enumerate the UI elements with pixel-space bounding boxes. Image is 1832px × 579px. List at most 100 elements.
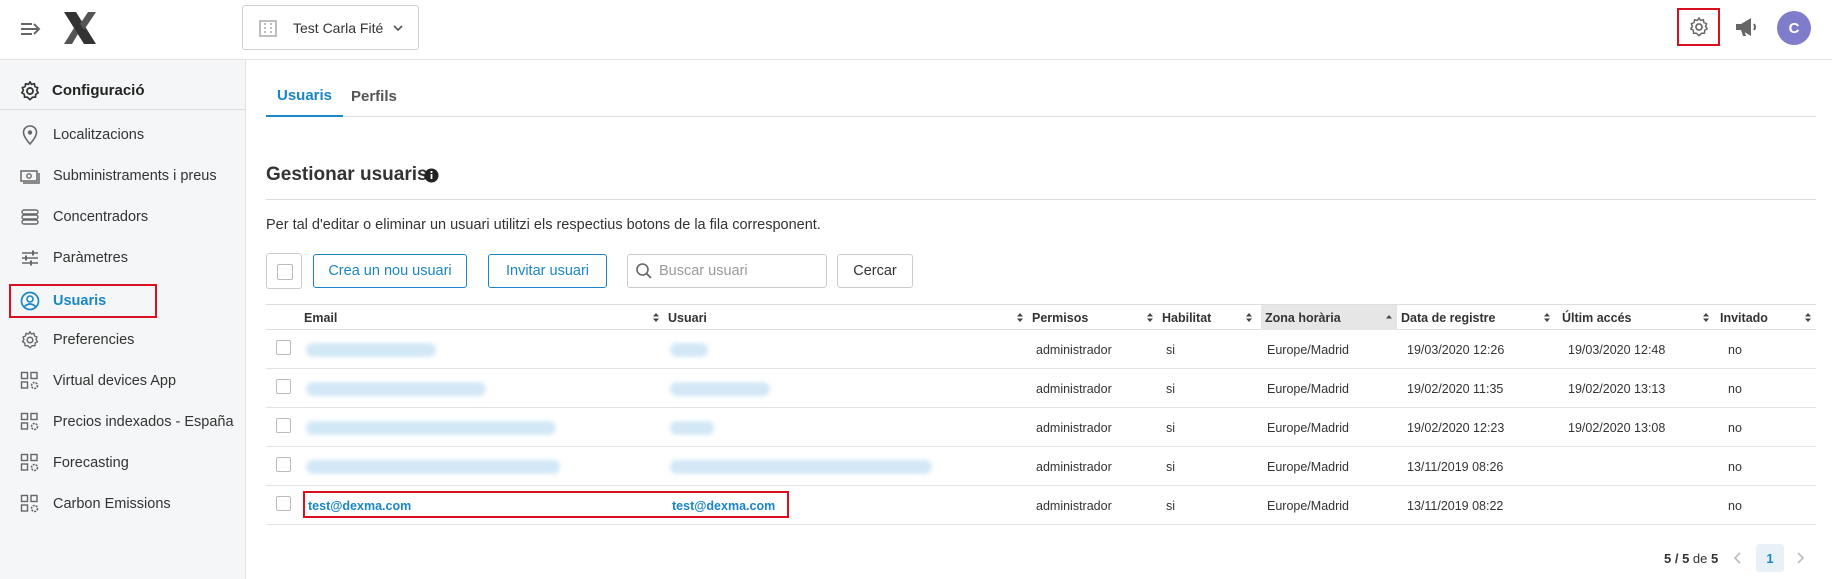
sidebar-item-label: Paràmetres <box>53 249 128 266</box>
sidebar-item-parametres[interactable]: Paràmetres <box>0 237 245 278</box>
chevron-left-icon[interactable] <box>1730 547 1746 569</box>
sort-icon <box>1017 313 1023 322</box>
invitado-cell: no <box>1728 381 1742 396</box>
row-checkbox[interactable] <box>276 340 291 355</box>
habilitat-cell: si <box>1166 420 1176 435</box>
permisos-cell: administrador <box>1036 342 1112 357</box>
sidebar-item-carbon-emissions[interactable]: Carbon Emissions <box>0 483 245 524</box>
apps-gear-icon <box>20 371 40 391</box>
sidebar-item-localitzacions[interactable]: Localitzacions <box>0 114 245 155</box>
tab-perfils[interactable]: Perfils <box>340 75 408 117</box>
column-header-data-registre[interactable]: Data de registre <box>1397 305 1555 330</box>
gear-icon <box>20 80 40 101</box>
page-number-current[interactable]: 1 <box>1756 544 1784 572</box>
email-cell[interactable] <box>306 330 436 369</box>
info-icon[interactable] <box>424 168 439 183</box>
tab-bar: Usuaris Perfils <box>266 75 1816 117</box>
row-checkbox[interactable] <box>276 457 291 472</box>
column-header-zona-horaria[interactable]: Zona horària <box>1261 305 1397 330</box>
sidebar-item-label: Virtual devices App <box>53 372 177 389</box>
menu-toggle-icon[interactable] <box>19 18 43 40</box>
pagination-shown: 5 / 5 <box>1664 551 1690 566</box>
zona-cell: Europe/Madrid <box>1267 459 1349 474</box>
permisos-cell: administrador <box>1036 498 1112 513</box>
user-avatar[interactable]: C <box>1777 11 1811 45</box>
table-row[interactable]: administrador si Europe/Madrid 19/03/202… <box>266 330 1816 369</box>
table-row[interactable]: administrador si Europe/Madrid 13/11/201… <box>266 447 1816 486</box>
search-icon <box>636 263 652 279</box>
account-name: Test Carla Fité <box>293 19 384 36</box>
row-checkbox[interactable] <box>276 379 291 394</box>
settings-sidebar: Configuració Localitzacions Subministram… <box>0 60 246 579</box>
row-checkbox[interactable] <box>276 418 291 433</box>
email-cell[interactable] <box>306 369 486 408</box>
email-cell[interactable] <box>306 447 560 486</box>
search-button[interactable]: Cercar <box>837 254 913 288</box>
table-row[interactable]: administrador si Europe/Madrid 19/02/202… <box>266 369 1816 408</box>
settings-gear-button[interactable] <box>1677 8 1720 46</box>
redacted-user <box>670 342 708 357</box>
email-link[interactable]: test@dexma.com <box>308 486 411 525</box>
column-header-ultim-acces[interactable]: Últim accés <box>1558 305 1714 330</box>
column-header-invitado[interactable]: Invitado <box>1716 305 1816 330</box>
table-row[interactable]: administrador si Europe/Madrid 19/02/202… <box>266 408 1816 447</box>
pagination-of: de <box>1692 551 1708 566</box>
select-all-checkbox[interactable] <box>266 253 302 289</box>
column-header-permisos[interactable]: Permisos <box>1028 305 1158 330</box>
sidebar-item-usuaris[interactable]: Usuaris <box>9 284 157 318</box>
habilitat-cell: si <box>1166 459 1176 474</box>
sidebar-title: Configuració <box>0 72 245 110</box>
sliders-icon <box>20 248 40 268</box>
sidebar-item-label: Localitzacions <box>53 126 145 143</box>
tab-usuaris[interactable]: Usuaris <box>266 75 344 117</box>
sidebar-item-precios-indexados[interactable]: Precios indexados - España <box>0 401 245 442</box>
habilitat-cell: si <box>1166 381 1176 396</box>
sort-icon <box>1544 313 1550 322</box>
sidebar-item-preferencies[interactable]: Preferencies <box>0 319 245 360</box>
zona-cell: Europe/Madrid <box>1267 381 1349 396</box>
users-table: Email Usuari Permisos Habilitat Zona hor… <box>266 304 1816 525</box>
column-header-usuari[interactable]: Usuari <box>664 305 1028 330</box>
sidebar-item-concentradors[interactable]: Concentradors <box>0 196 245 237</box>
user-cell[interactable] <box>670 447 932 486</box>
invitado-cell: no <box>1728 459 1742 474</box>
building-icon <box>259 19 277 37</box>
acces-cell: 19/02/2020 13:13 <box>1568 381 1666 396</box>
row-checkbox[interactable] <box>276 496 291 511</box>
permisos-cell: administrador <box>1036 459 1112 474</box>
sidebar-item-label: Preferencies <box>53 331 135 348</box>
user-cell[interactable] <box>670 369 770 408</box>
chevron-down-icon <box>393 24 403 31</box>
sort-icon <box>1805 313 1811 322</box>
acces-cell: 19/03/2020 12:48 <box>1568 342 1666 357</box>
registre-cell: 13/11/2019 08:26 <box>1407 459 1504 474</box>
email-cell[interactable] <box>306 408 556 447</box>
habilitat-cell: si <box>1166 498 1176 513</box>
column-header-email[interactable]: Email <box>300 305 664 330</box>
dexma-logo-icon[interactable] <box>62 10 98 46</box>
create-user-button[interactable]: Crea un nou usuari <box>313 254 467 288</box>
user-link[interactable]: test@dexma.com <box>672 486 775 525</box>
account-selector[interactable]: Test Carla Fité <box>242 5 419 50</box>
acces-cell: 19/02/2020 13:08 <box>1568 420 1666 435</box>
sidebar-item-virtual-devices[interactable]: Virtual devices App <box>0 360 245 401</box>
user-cell[interactable] <box>670 330 708 369</box>
search-input[interactable] <box>659 263 819 279</box>
user-circle-icon <box>20 291 40 311</box>
redacted-email <box>306 381 486 396</box>
apps-gear-icon <box>20 453 40 473</box>
sidebar-item-label: Concentradors <box>53 208 149 225</box>
chevron-right-icon[interactable] <box>1792 547 1808 569</box>
invitado-cell: no <box>1728 342 1742 357</box>
sidebar-item-subministraments[interactable]: Subministraments i preus <box>0 155 245 196</box>
megaphone-icon[interactable] <box>1733 14 1759 40</box>
invite-user-button[interactable]: Invitar usuari <box>488 254 607 288</box>
user-cell[interactable] <box>670 408 714 447</box>
zona-cell: Europe/Madrid <box>1267 420 1349 435</box>
sort-icon <box>653 313 659 322</box>
sidebar-item-forecasting[interactable]: Forecasting <box>0 442 245 483</box>
gateway-icon <box>20 207 40 227</box>
table-row[interactable]: test@dexma.com test@dexma.com administra… <box>266 486 1816 525</box>
gear-icon <box>1689 17 1708 37</box>
column-header-habilitat[interactable]: Habilitat <box>1158 305 1257 330</box>
